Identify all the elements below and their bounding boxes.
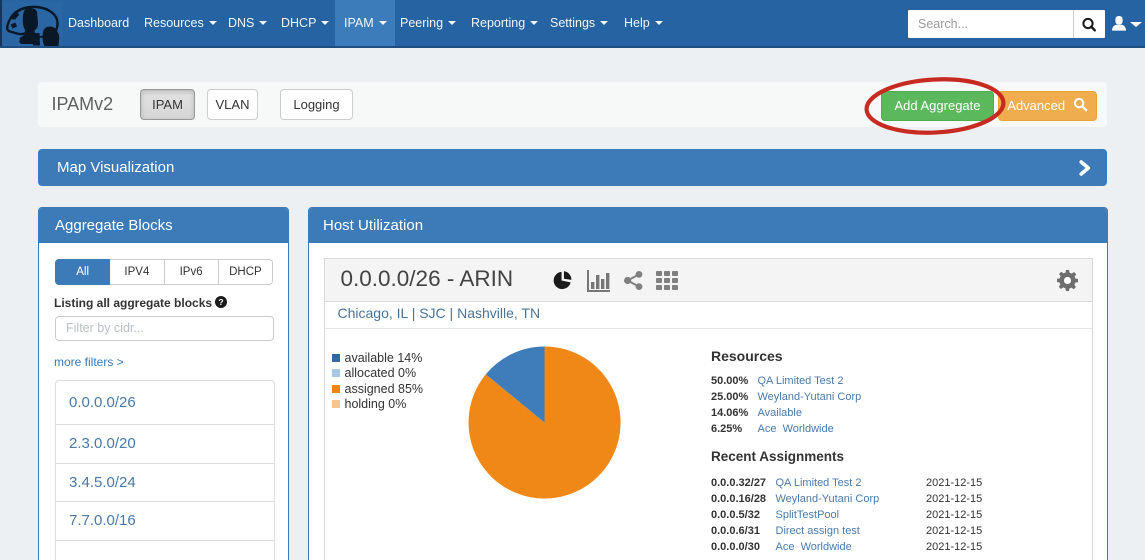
- svg-text:?: ?: [219, 297, 224, 307]
